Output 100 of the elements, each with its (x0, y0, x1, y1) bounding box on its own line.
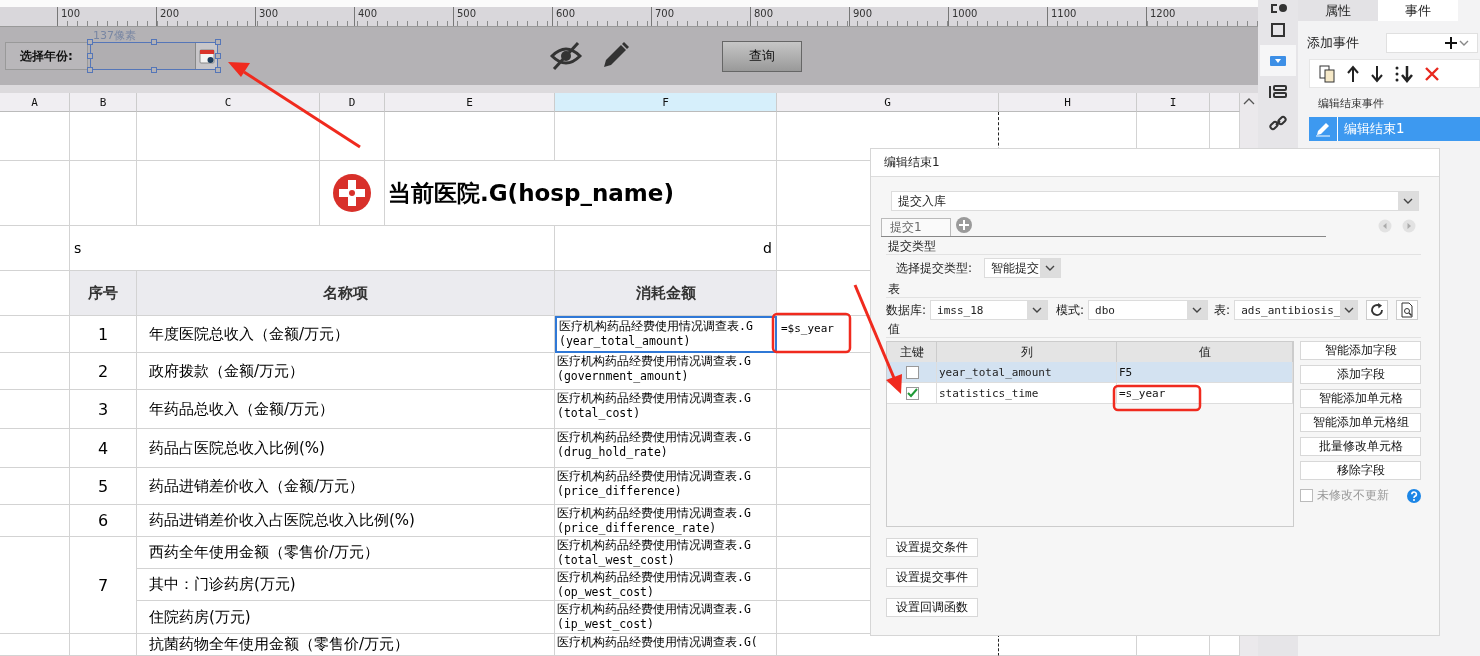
ruler-label: 900 (849, 7, 948, 26)
empty-cell[interactable] (70, 634, 137, 656)
resize-handle[interactable] (87, 67, 93, 73)
item-name: 年度医院总收入（金额/万元） (137, 316, 555, 353)
empty-cell[interactable] (0, 353, 70, 390)
empty-cell[interactable] (320, 161, 385, 226)
column-header[interactable]: D (320, 93, 385, 112)
date-field[interactable] (90, 42, 218, 70)
action-button[interactable]: 智能添加单元格 (1300, 389, 1421, 408)
row-number: 6 (70, 505, 137, 537)
action-dropdown[interactable]: 提交入库 (891, 191, 1419, 211)
table-dropdown[interactable]: ads_antibiosis_ (1234, 300, 1359, 320)
empty-cell[interactable] (0, 505, 70, 537)
checkbox[interactable] (906, 386, 919, 400)
scroll-up-icon[interactable] (1243, 97, 1255, 105)
submit-tab[interactable]: 提交1 (881, 218, 951, 236)
action-button[interactable]: 批量修改单元格 (1300, 437, 1421, 456)
empty-cell[interactable] (0, 390, 70, 429)
delete-icon[interactable] (1424, 65, 1440, 82)
panel-tab[interactable]: 事件 (1378, 0, 1458, 21)
empty-cell[interactable] (137, 112, 320, 161)
column-header[interactable]: B (70, 93, 137, 112)
row-number: 5 (70, 468, 137, 505)
formula-cell[interactable]: 医疗机构药品经费使用情况调查表.G(year_total_amount) (555, 316, 777, 353)
eye-slash-icon[interactable] (550, 42, 582, 70)
empty-cell[interactable] (0, 429, 70, 468)
item-name: 抗菌药物全年使用金额（零售价/万元） (137, 634, 555, 656)
column-header[interactable]: F (555, 93, 777, 112)
resize-handle[interactable] (87, 53, 93, 59)
action-button[interactable]: 添加字段 (1300, 365, 1421, 384)
formula-cell[interactable]: 医疗机构药品经费使用情况调查表.G(price_difference_rate) (555, 505, 777, 537)
field-label: 选择年份: (5, 42, 88, 70)
resize-handle[interactable] (151, 39, 157, 45)
empty-cell[interactable] (0, 468, 70, 505)
formula-cell[interactable]: 医疗机构药品经费使用情况调查表.G( (555, 634, 777, 656)
resize-handle[interactable] (215, 53, 221, 59)
plus-icon (1444, 36, 1458, 50)
empty-cell[interactable] (555, 112, 777, 161)
column-header[interactable]: G (777, 93, 999, 112)
column-header[interactable]: H (999, 93, 1137, 112)
resize-handle[interactable] (215, 39, 221, 45)
help-icon[interactable] (1407, 488, 1421, 503)
frame-icon[interactable] (1269, 20, 1287, 39)
formula-cell[interactable]: 医疗机构药品经费使用情况调查表.G(government_amount) (555, 353, 777, 390)
resize-handle[interactable] (215, 67, 221, 73)
action-button[interactable]: 设置提交条件 (886, 538, 978, 557)
column-header[interactable]: A (0, 93, 70, 112)
checkbox-label: 未修改不更新 (1317, 487, 1389, 504)
row-number: 2 (70, 353, 137, 390)
empty-cell[interactable] (0, 112, 70, 161)
formula-cell[interactable]: 医疗机构药品经费使用情况调查表.G(drug_hold_rate) (555, 429, 777, 468)
action-button[interactable]: 移除字段 (1300, 461, 1421, 480)
formula-cell[interactable]: 医疗机构药品经费使用情况调查表.G(op_west_cost) (555, 569, 777, 601)
resize-handle[interactable] (151, 67, 157, 73)
empty-cell[interactable] (0, 634, 70, 656)
empty-cell[interactable] (0, 537, 70, 634)
info-icon[interactable] (1269, 4, 1287, 14)
arrow-down-icon[interactable] (1370, 64, 1384, 83)
action-button[interactable]: 设置回调函数 (886, 598, 978, 617)
link-icon[interactable] (1269, 113, 1287, 132)
preview-button[interactable] (1396, 300, 1419, 320)
layout-icon[interactable] (1269, 82, 1287, 101)
table-cell: =s_year (1117, 383, 1293, 403)
action-button[interactable]: 智能添加字段 (1300, 341, 1421, 360)
field-label: 选择提交类型: (896, 259, 973, 277)
column-header[interactable]: E (385, 93, 555, 112)
query-button[interactable]: 查询 (722, 40, 802, 72)
checkbox[interactable] (906, 365, 919, 379)
ruler-label: 1100 (1047, 7, 1146, 26)
empty-cell[interactable] (320, 112, 385, 161)
empty-cell[interactable] (0, 226, 70, 271)
formula-cell[interactable]: 医疗机构药品经费使用情况调查表.G(total_cost) (555, 390, 777, 429)
medical-cross-icon (332, 173, 372, 213)
copy-icon[interactable] (1318, 64, 1336, 83)
formula-cell[interactable]: 医疗机构药品经费使用情况调查表.G(price_difference) (555, 468, 777, 505)
resize-handle[interactable] (87, 39, 93, 45)
field-label: 表: (1214, 301, 1231, 319)
empty-cell[interactable] (70, 161, 137, 226)
add-tab-icon[interactable] (955, 216, 973, 234)
action-button[interactable]: 智能添加单元格组 (1300, 413, 1421, 432)
empty-cell[interactable] (0, 316, 70, 353)
scroll-right-icon[interactable] (1402, 219, 1416, 233)
move-to-bottom-icon[interactable] (1394, 64, 1414, 83)
submit-type-dropdown[interactable]: 智能提交 (984, 258, 1062, 278)
column-header[interactable]: C (137, 93, 320, 112)
formula-cell[interactable]: 医疗机构药品经费使用情况调查表.G(total_west_cost) (555, 537, 777, 569)
empty-cell[interactable] (137, 161, 320, 226)
schema-dropdown[interactable]: dbo (1088, 300, 1209, 320)
empty-cell[interactable] (0, 161, 70, 226)
panel-tab[interactable]: 属性 (1298, 0, 1378, 21)
column-header[interactable]: I (1137, 93, 1210, 112)
event-type-dropdown[interactable] (1386, 33, 1478, 53)
action-button[interactable]: 设置提交事件 (886, 568, 978, 587)
formula-cell[interactable]: 医疗机构药品经费使用情况调查表.G(ip_west_cost) (555, 601, 777, 634)
refresh-button[interactable] (1366, 300, 1389, 320)
scroll-left-icon[interactable] (1378, 219, 1392, 233)
arrow-up-icon[interactable] (1346, 64, 1360, 83)
empty-cell[interactable] (70, 112, 137, 161)
empty-cell[interactable] (385, 112, 555, 161)
database-dropdown[interactable]: imss_18 (930, 300, 1049, 320)
